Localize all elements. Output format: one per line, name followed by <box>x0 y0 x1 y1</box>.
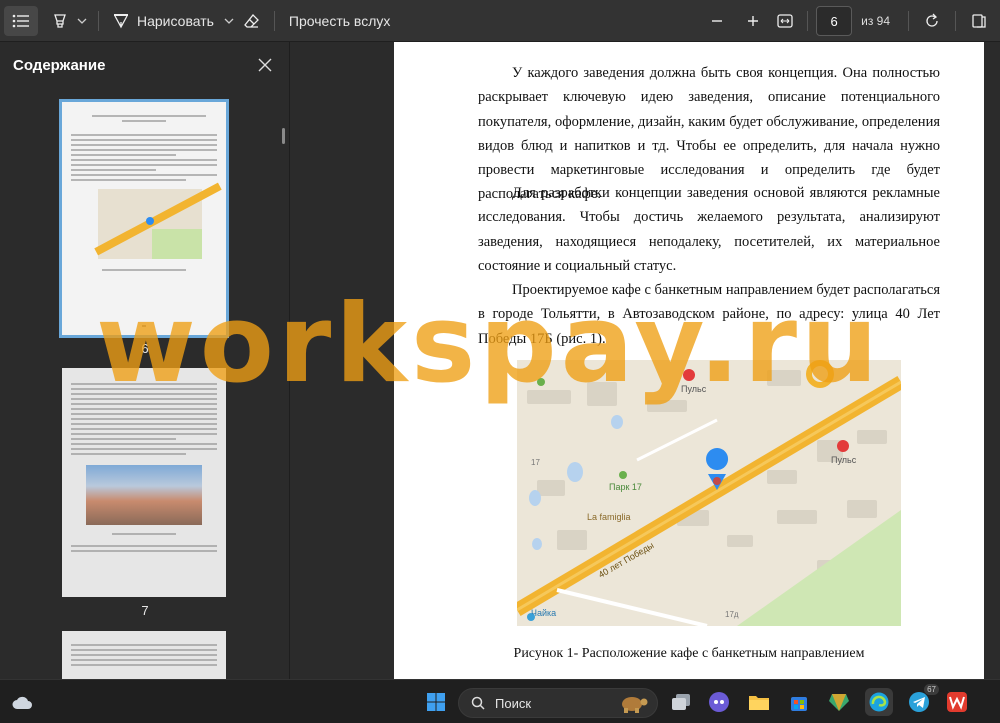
sidebar-scrollbar[interactable] <box>282 128 285 144</box>
highlighter-icon <box>54 13 66 28</box>
chevron-down-icon <box>224 18 234 24</box>
rotate-icon <box>926 13 938 27</box>
map-label-pulse-top: Пульс <box>681 384 707 394</box>
list-icon <box>12 14 29 27</box>
map-label-stop: Чайка <box>531 608 557 618</box>
map-label-park: Парк 17 <box>609 482 642 492</box>
folder-icon <box>749 696 769 710</box>
map-graphic <box>517 360 901 626</box>
draw-label: Нарисовать <box>137 12 214 29</box>
page-total: из 94 <box>861 14 890 28</box>
map-label-restaurant: La famiglia <box>587 512 631 522</box>
page-thumbnail-6[interactable] <box>59 99 229 338</box>
edge-app[interactable] <box>865 688 893 716</box>
highlight-dropdown[interactable] <box>74 6 90 36</box>
page-thumbnail-7[interactable] <box>62 368 226 597</box>
page-number-7: 7 <box>141 603 149 618</box>
minus-icon <box>712 20 723 22</box>
table-of-contents-button[interactable] <box>4 5 38 36</box>
figure-caption: Рисунок 1- Расположение кафе с банкетным… <box>513 646 865 661</box>
thumbnail-map <box>94 182 222 259</box>
divider <box>908 11 909 31</box>
rotate-button[interactable] <box>917 6 947 36</box>
draw-button[interactable]: Нарисовать <box>107 6 220 36</box>
paragraph: Проектируемое кафе с банкетным направлен… <box>478 282 941 347</box>
zoom-out-button[interactable] <box>699 6 735 36</box>
read-aloud-button[interactable]: Прочесть вслух <box>283 6 396 36</box>
search-label: Поиск <box>495 695 532 711</box>
task-view-icon <box>672 694 690 710</box>
divider <box>273 10 275 31</box>
turtle-icon <box>622 697 648 713</box>
sidebar-header: Содержание <box>0 42 289 88</box>
store-icon <box>791 697 807 711</box>
start-button[interactable] <box>422 688 450 716</box>
page-thumbnail-8[interactable] <box>62 631 226 679</box>
highlight-button[interactable] <box>46 6 74 36</box>
map-label-pulse-right: Пульс <box>831 455 857 465</box>
chat-app[interactable] <box>705 688 733 716</box>
file-explorer-app[interactable] <box>745 688 773 716</box>
map-label-17d: 17д <box>725 610 739 619</box>
divider <box>955 11 956 31</box>
divider <box>807 11 809 31</box>
search-icon <box>471 696 485 710</box>
telegram-app[interactable]: 67 <box>905 684 939 716</box>
close-icon <box>258 58 272 72</box>
close-sidebar-button[interactable] <box>255 55 275 75</box>
read-aloud-label: Прочесть вслух <box>288 12 391 29</box>
wps-office-app[interactable] <box>943 688 971 716</box>
toolbar: Нарисовать Прочесть вслух из 94 <box>0 0 1000 42</box>
eraser-button[interactable] <box>238 6 266 36</box>
zoom-in-button[interactable] <box>735 6 771 36</box>
taskbar: Поиск 67 <box>0 679 1000 723</box>
chevron-down-icon <box>77 18 87 24</box>
windows-icon <box>427 693 445 711</box>
paragraph: Для разработки концепции заведения основ… <box>478 185 940 274</box>
sidebar-title: Содержание <box>13 56 106 74</box>
pen-icon <box>114 13 128 28</box>
weather-widget[interactable] <box>8 688 36 716</box>
thumbnail-photo <box>86 465 202 525</box>
store-app[interactable] <box>785 688 813 716</box>
page-number-6: 6 <box>141 341 149 356</box>
palette-icon <box>829 694 849 711</box>
draw-dropdown[interactable] <box>220 6 238 36</box>
chat-icon <box>709 692 729 712</box>
fit-width-icon <box>777 14 793 28</box>
two-page-view-button[interactable] <box>964 6 994 36</box>
weather-cloud-icon <box>12 696 33 709</box>
eraser-icon <box>244 13 259 28</box>
fit-page-button[interactable] <box>771 6 799 36</box>
taskbar-search[interactable]: Поиск <box>458 688 658 718</box>
page-number-input[interactable] <box>816 6 853 36</box>
document-viewer[interactable]: У каждого заведения должна быть своя кон… <box>290 42 1000 679</box>
divider <box>98 10 99 31</box>
telegram-badge: 67 <box>924 684 939 695</box>
contents-sidebar: Содержание 6 7 <box>0 42 290 679</box>
document-page: У каждого заведения должна быть своя кон… <box>394 42 984 679</box>
edge-icon <box>869 692 889 712</box>
task-view-button[interactable] <box>667 688 695 716</box>
wps-icon <box>947 692 967 712</box>
page-view-icon <box>972 14 986 28</box>
plus-icon <box>748 16 759 26</box>
paint-app[interactable] <box>825 688 853 716</box>
location-map: Пульс Пульс Парк 17 La famiglia 40 лет П… <box>517 360 901 626</box>
map-label-17: 17 <box>531 458 540 467</box>
